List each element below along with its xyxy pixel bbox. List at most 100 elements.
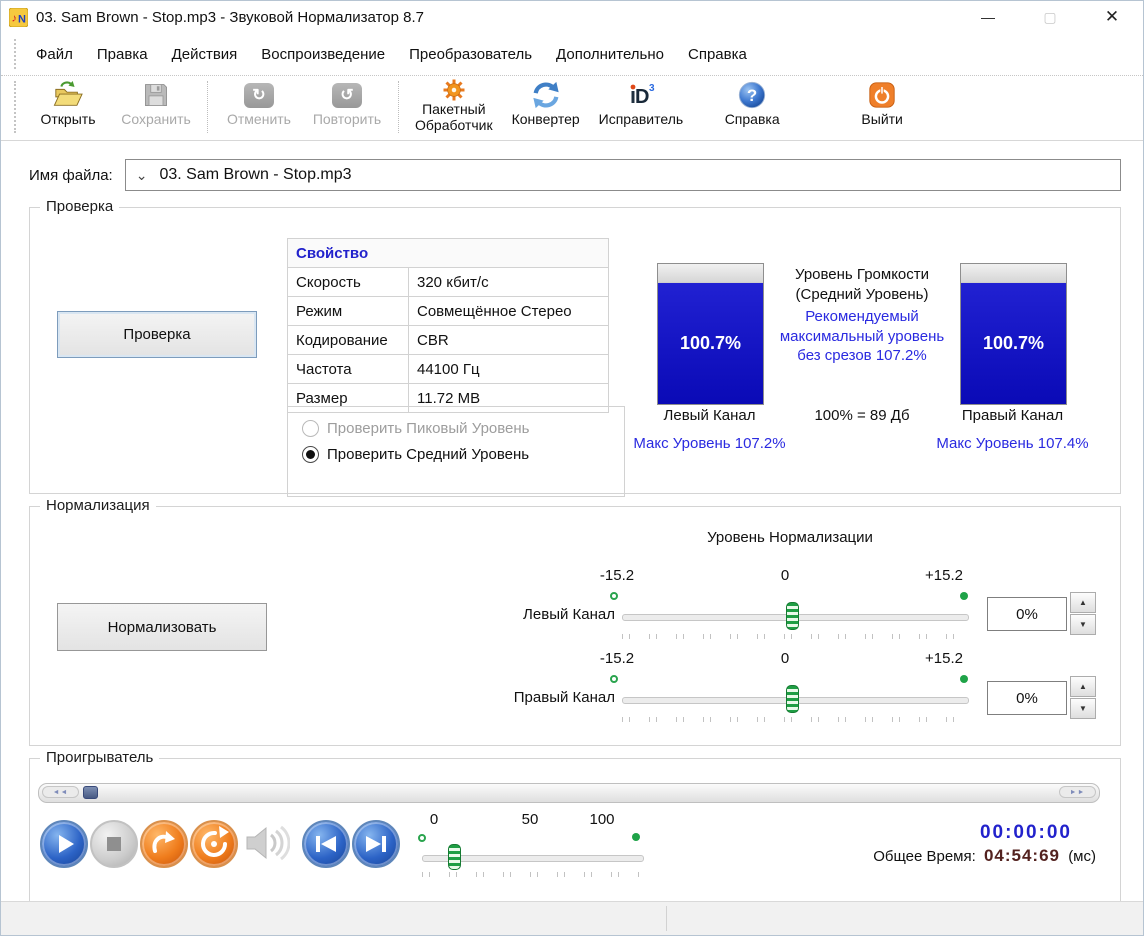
volume-range-start-marker: [418, 834, 426, 842]
left-range-start-marker: [610, 592, 618, 600]
volume-title-line2: (Средний Уровень): [747, 285, 977, 305]
table-row: Кодирование CBR: [288, 326, 609, 355]
toolbar-save-button[interactable]: Сохранить: [112, 79, 200, 127]
menu-actions[interactable]: Действия: [160, 46, 250, 63]
toolbar-open-label: Открыть: [41, 112, 96, 127]
seek-back-button[interactable]: ◄◄: [42, 786, 79, 798]
toolbar-redo-button[interactable]: ↺ Повторить: [303, 79, 391, 127]
status-bar-divider: [666, 906, 667, 931]
right-range-end-marker: [960, 675, 968, 683]
property-name: Скорость: [288, 268, 409, 297]
left-channel-slider-handle[interactable]: [786, 602, 799, 630]
next-track-button[interactable]: [352, 820, 400, 868]
property-name: Режим: [288, 297, 409, 326]
window-title: 03. Sam Brown - Stop.mp3 - Звуковой Норм…: [36, 9, 424, 26]
normalization-group: Нормализация Нормализовать Уровень Норма…: [29, 506, 1121, 746]
radio-average-label: Проверить Средний Уровень: [327, 446, 529, 463]
check-group: Проверка Проверка Свойство Скорость 320 …: [29, 207, 1121, 494]
menu-playback[interactable]: Воспроизведение: [249, 46, 397, 63]
table-row: Частота 44100 Гц: [288, 355, 609, 384]
previous-track-button[interactable]: [302, 820, 350, 868]
volume-slider-ticks: [422, 872, 642, 877]
menu-edit[interactable]: Правка: [85, 46, 160, 63]
svg-text:N: N: [18, 13, 26, 25]
property-value: 320 кбит/с: [409, 268, 609, 297]
menu-file[interactable]: Файл: [24, 46, 85, 63]
toolbar-undo-label: Отменить: [227, 112, 291, 127]
toolbar-exit-button[interactable]: Выйти: [838, 79, 926, 127]
volume-speaker-icon[interactable]: [242, 823, 290, 867]
menubar: Файл Правка Действия Воспроизведение Пре…: [1, 33, 1143, 76]
right-spin-up-button[interactable]: ▲: [1070, 676, 1096, 697]
volume-scale-mid: 50: [522, 811, 539, 828]
normalization-group-title: Нормализация: [40, 497, 156, 514]
status-bar: [1, 901, 1143, 935]
left-slider-label: Левый Канал: [450, 606, 615, 623]
toolbar-undo-button[interactable]: ↻ Отменить: [215, 79, 303, 127]
toolbar-help-button[interactable]: ? Справка: [708, 79, 796, 127]
chevron-down-icon[interactable]: ⌄: [136, 167, 148, 184]
seek-handle[interactable]: [83, 786, 98, 799]
check-mode-box: Проверить Пиковый Уровень Проверить Сред…: [287, 406, 625, 497]
svg-text:♪: ♪: [12, 12, 18, 24]
right-channel-slider-handle[interactable]: [786, 685, 799, 713]
left-spin-up-button[interactable]: ▲: [1070, 592, 1096, 613]
toolbar-help-label: Справка: [725, 112, 780, 127]
left-scale-mid: 0: [781, 567, 789, 584]
property-value: 44100 Гц: [409, 355, 609, 384]
minimize-button[interactable]: —: [957, 1, 1019, 33]
recommended-level-text: Рекомендуемый максимальный уровень без с…: [778, 307, 946, 366]
total-time-value: 04:54:69: [984, 846, 1060, 865]
left-spin-down-button[interactable]: ▼: [1070, 614, 1096, 635]
filename-value: 03. Sam Brown - Stop.mp3: [159, 166, 351, 184]
right-slider-label: Правый Канал: [450, 689, 615, 706]
radio-circle-icon: [302, 420, 319, 437]
check-button[interactable]: Проверка: [57, 311, 257, 358]
stop-button[interactable]: [90, 820, 138, 868]
menu-help[interactable]: Справка: [676, 46, 759, 63]
elapsed-time: 00:00:00: [873, 821, 1072, 845]
right-normalization-value[interactable]: 0%: [987, 681, 1067, 715]
toolbar-open-button[interactable]: Открыть: [24, 79, 112, 127]
table-header: Свойство: [288, 239, 609, 268]
maximize-button[interactable]: ▢: [1019, 1, 1081, 33]
loop-button[interactable]: [140, 820, 188, 868]
radio-peak-level[interactable]: Проверить Пиковый Уровень: [302, 420, 624, 437]
toolbar-batch-label-2: Обработчик: [415, 118, 493, 133]
menu-additional[interactable]: Дополнительно: [544, 46, 676, 63]
loop-arrow-icon: [142, 822, 186, 866]
help-question-icon: ?: [737, 79, 767, 111]
left-scale-max: +15.2: [925, 567, 963, 584]
toolbar-fixer-button[interactable]: D 3 Исправитель: [590, 79, 693, 127]
toolbar-batch-processor-button[interactable]: Пакетный Обработчик: [406, 79, 502, 132]
toolbar-exit-label: Выйти: [861, 112, 902, 127]
filename-combobox[interactable]: ⌄ 03. Sam Brown - Stop.mp3: [125, 159, 1121, 191]
volume-slider-handle[interactable]: [448, 844, 461, 870]
right-scale-max: +15.2: [925, 650, 963, 667]
left-normalization-value[interactable]: 0%: [987, 597, 1067, 631]
filename-label: Имя файла:: [29, 167, 113, 184]
toolbar-converter-label: Конвертер: [512, 112, 580, 127]
menu-converter[interactable]: Преобразователь: [397, 46, 544, 63]
toolbar-save-label: Сохранить: [121, 112, 191, 127]
play-icon: [42, 822, 86, 866]
toolbar-grip[interactable]: [14, 81, 16, 133]
menubar-grip[interactable]: [14, 39, 16, 68]
table-row: Скорость 320 кбит/с: [288, 268, 609, 297]
check-group-title: Проверка: [40, 198, 119, 215]
titlebar: ♪ N 03. Sam Brown - Stop.mp3 - Звуковой …: [1, 1, 1143, 33]
right-spin-down-button[interactable]: ▼: [1070, 698, 1096, 719]
close-button[interactable]: ✕: [1081, 1, 1143, 33]
radio-average-level[interactable]: Проверить Средний Уровень: [302, 446, 624, 463]
next-icon: [354, 822, 398, 866]
property-name: Частота: [288, 355, 409, 384]
right-scale-mid: 0: [781, 650, 789, 667]
play-button[interactable]: [40, 820, 88, 868]
normalize-button[interactable]: Нормализовать: [57, 603, 267, 651]
seek-forward-button[interactable]: ►►: [1059, 786, 1096, 798]
toolbar-converter-button[interactable]: Конвертер: [502, 79, 590, 127]
player-group-title: Проигрыватель: [40, 749, 159, 766]
svg-text:?: ?: [747, 86, 757, 105]
repeat-button[interactable]: [190, 820, 238, 868]
seek-bar[interactable]: ◄◄ ►►: [38, 783, 1100, 803]
